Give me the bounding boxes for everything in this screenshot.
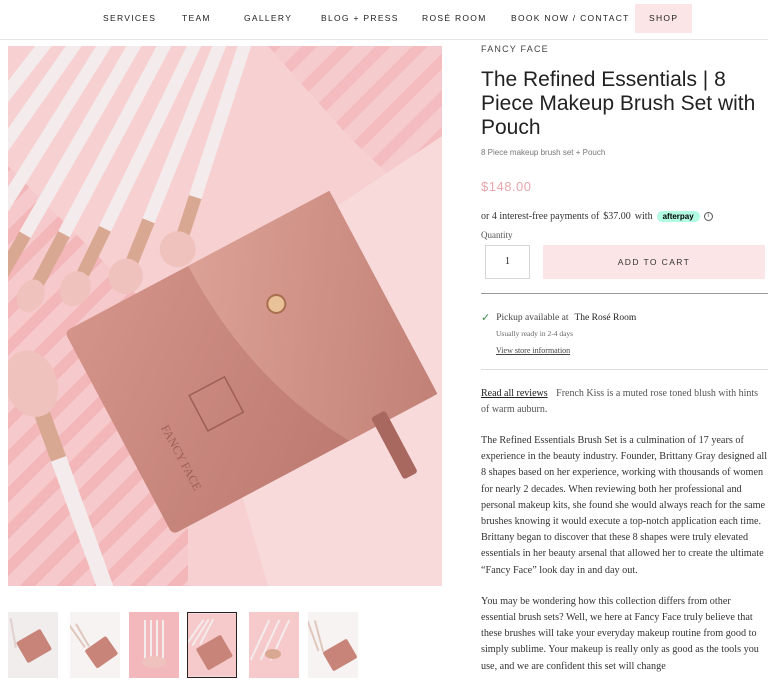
pickup-location: The Rosé Room	[574, 312, 637, 323]
pickup-availability: ✓ Pickup available at The Rosé Room	[481, 311, 768, 324]
nav-shop[interactable]: SHOP	[635, 4, 693, 33]
quantity-input[interactable]: 1	[485, 245, 530, 279]
nav-services[interactable]: SERVICES	[103, 4, 156, 33]
thumbnail-2[interactable]	[70, 612, 120, 678]
thumbnail-6[interactable]	[308, 612, 358, 678]
description-paragraph-1: The Refined Essentials Brush Set is a cu…	[481, 435, 768, 576]
afterpay-prefix: or 4 interest-free payments of	[481, 211, 600, 222]
product-info: FANCY FACE The Refined Essentials | 8 Pi…	[481, 44, 768, 675]
product-description: The Refined Essentials Brush Set is a cu…	[481, 433, 768, 675]
afterpay-amount: $37.00	[603, 211, 631, 222]
pickup-text: Pickup available at	[496, 312, 569, 323]
main-product-image[interactable]: FANCY FACE	[8, 46, 442, 586]
check-icon: ✓	[481, 311, 491, 324]
afterpay-logo: afterpay	[656, 211, 700, 222]
nav-book-now-contact[interactable]: BOOK NOW / CONTACT	[511, 4, 630, 33]
afterpay-installments: or 4 interest-free payments of $37.00 wi…	[481, 211, 768, 222]
brush-set-photo: FANCY FACE	[8, 46, 442, 586]
add-to-cart-button[interactable]: ADD TO CART	[543, 245, 765, 279]
buy-row: 1 ADD TO CART	[481, 245, 768, 279]
product-brand: FANCY FACE	[481, 44, 549, 54]
product-subtitle: 8 Piece makeup brush set + Pouch	[481, 148, 606, 157]
thumbnail-3[interactable]	[129, 612, 179, 678]
view-store-information-link[interactable]: View store information	[496, 346, 768, 355]
divider	[481, 369, 768, 370]
thumbnail-1[interactable]	[8, 612, 58, 678]
nav-blog-press[interactable]: BLOG + PRESS	[321, 4, 399, 33]
afterpay-suffix: with	[634, 211, 653, 222]
product-price: $148.00	[481, 179, 532, 194]
quantity-label: Quantity	[481, 230, 513, 240]
read-all-reviews-link[interactable]: Read all reviews	[481, 388, 548, 399]
reviews-section: Read all reviews French Kiss is a muted …	[481, 386, 768, 418]
nav-rose-room[interactable]: ROSÉ ROOM	[422, 4, 487, 33]
top-navigation: SERVICES TEAM GALLERY BLOG + PRESS ROSÉ …	[0, 0, 768, 40]
thumbnail-gallery	[8, 612, 448, 682]
pickup-ready-time: Usually ready in 2-4 days	[496, 329, 574, 338]
divider	[481, 293, 768, 294]
description-paragraph-2: You may be wondering how this collection…	[481, 595, 759, 672]
nav-team[interactable]: TEAM	[182, 4, 211, 33]
thumbnail-4-active[interactable]	[187, 612, 237, 678]
nav-gallery[interactable]: GALLERY	[244, 4, 292, 33]
thumbnail-5[interactable]	[249, 612, 299, 678]
info-icon[interactable]: i	[703, 212, 713, 221]
product-title: The Refined Essentials | 8 Piece Makeup …	[481, 68, 756, 139]
